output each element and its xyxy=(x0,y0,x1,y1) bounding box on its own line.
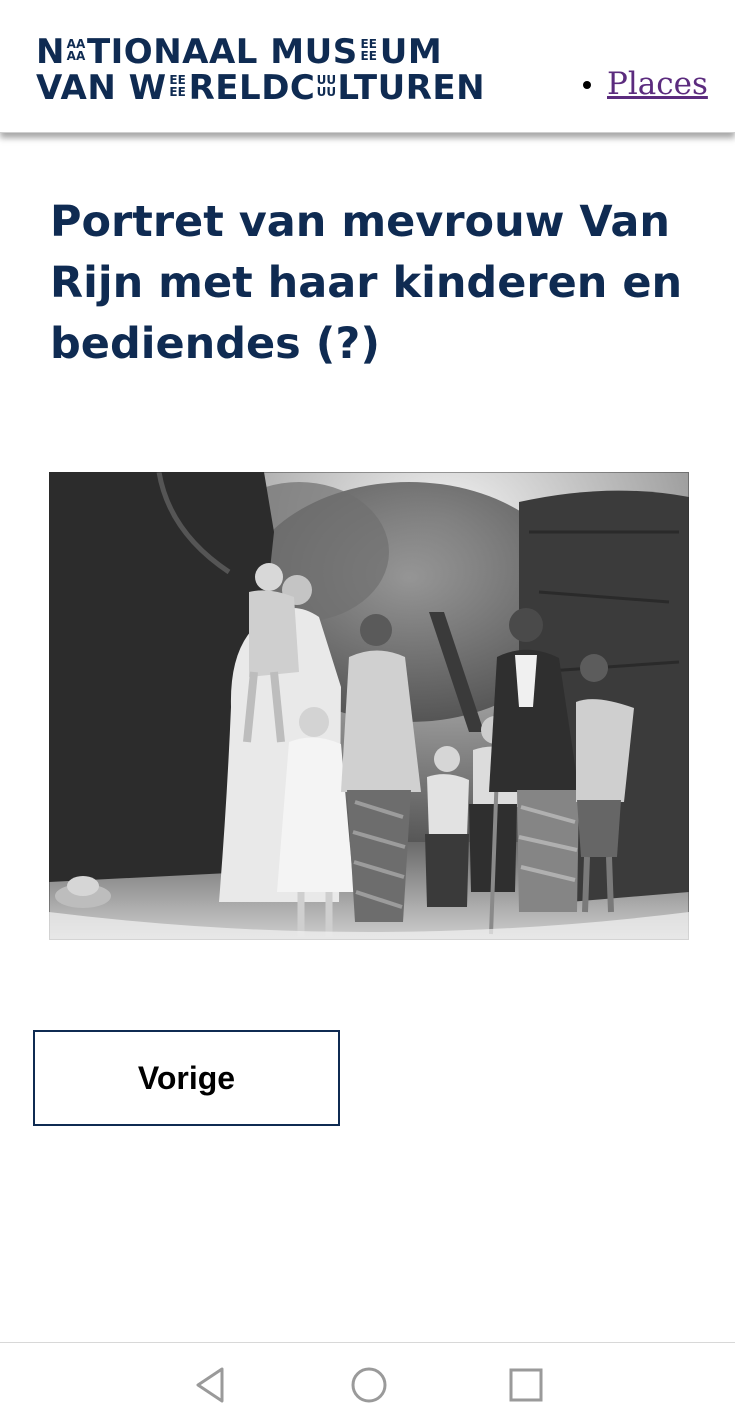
logo-stack-bottom: UU xyxy=(316,85,337,99)
recents-square-icon[interactable] xyxy=(506,1365,546,1405)
page-title: Portret van mevrouw Van Rijn met haar ki… xyxy=(50,197,683,369)
logo-stack-bottom: EE xyxy=(360,49,377,63)
logo-text: VAN W xyxy=(36,68,167,108)
logo-stacked-letters: EE EE xyxy=(167,74,189,98)
logo-text: RELDC xyxy=(188,68,316,108)
nav-link-places[interactable]: Places xyxy=(607,66,708,102)
android-navigation-bar xyxy=(0,1342,735,1424)
home-circle-icon[interactable] xyxy=(349,1365,389,1405)
logo-stacked-letters: UU UU xyxy=(315,74,337,98)
logo-text: UM xyxy=(379,32,443,72)
logo-stacked-letters: EE EE xyxy=(358,38,380,62)
back-triangle-icon[interactable] xyxy=(192,1365,232,1405)
site-header: N AA AA TIONAAL MUS EE EE UM VAN W EE EE RELDC UU U… xyxy=(0,0,735,133)
nav-bullet xyxy=(583,81,591,89)
main-nav: Places xyxy=(583,66,708,102)
logo-stack-bottom: EE xyxy=(169,85,186,99)
logo-line-2: VAN W EE EE RELDC UU UU LTUREN xyxy=(36,70,485,106)
artwork-photo xyxy=(49,472,689,940)
logo-stack-bottom: AA xyxy=(66,49,86,63)
logo-text: LTUREN xyxy=(337,68,486,108)
museum-logo[interactable]: N AA AA TIONAAL MUS EE EE UM VAN W EE EE RELDC UU U… xyxy=(36,34,485,106)
previous-button[interactable]: Vorige xyxy=(33,1030,340,1126)
logo-text: N xyxy=(36,32,65,72)
logo-text: TIONAAL MUS xyxy=(86,32,358,72)
logo-stacked-letters: AA AA xyxy=(65,38,87,62)
logo-line-1: N AA AA TIONAAL MUS EE EE UM xyxy=(36,34,485,70)
